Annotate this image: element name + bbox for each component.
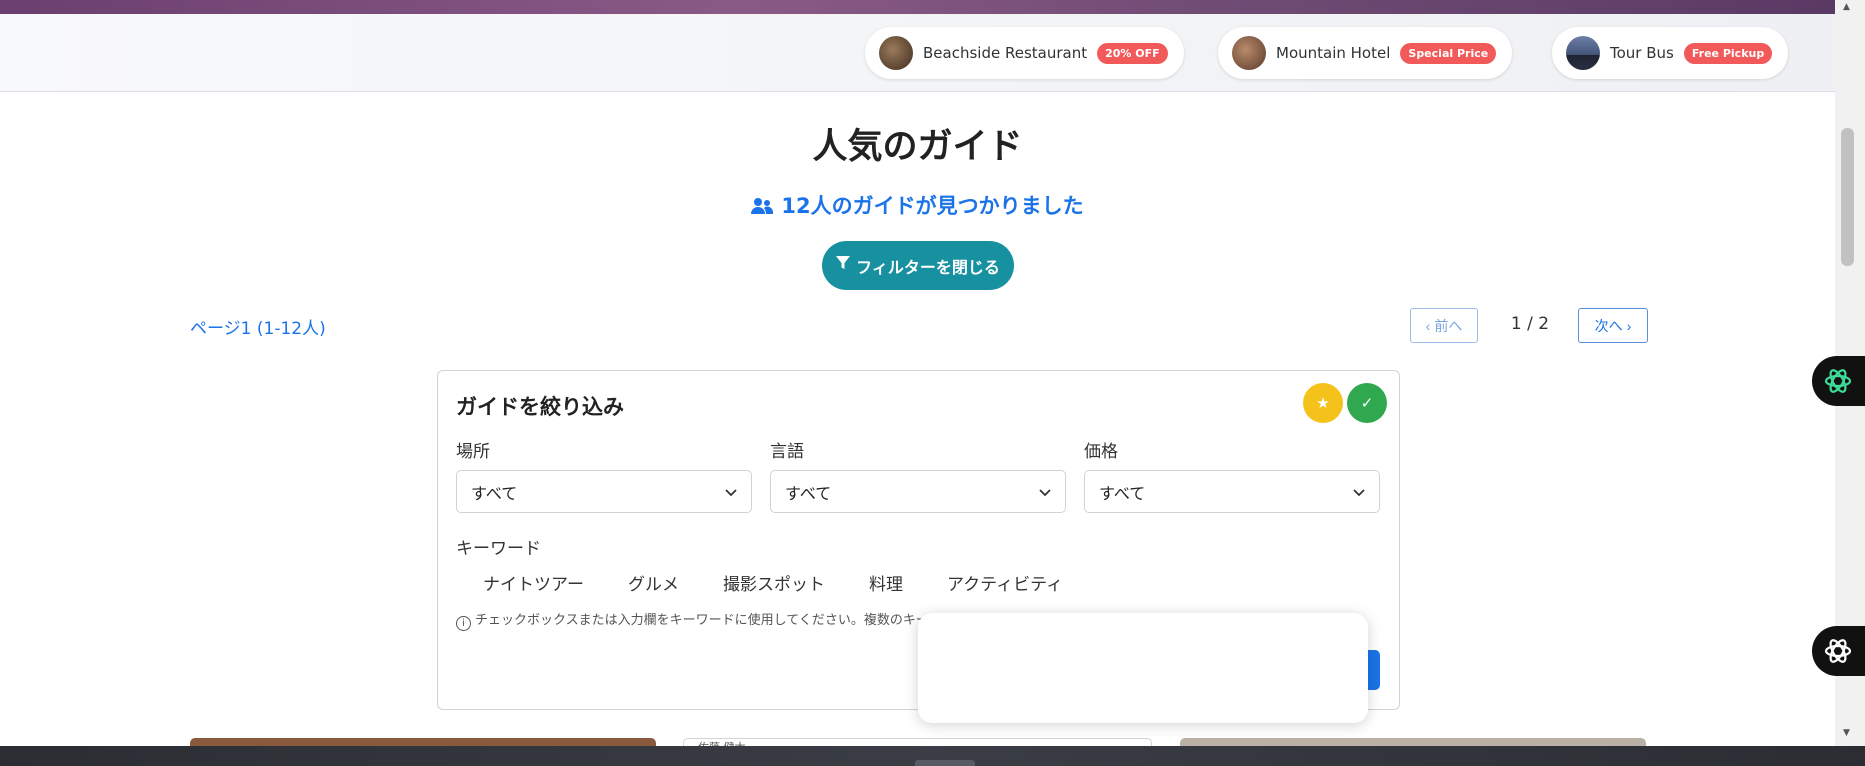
hotel-thumbnail [1232,36,1266,70]
keyword-options: ナイトツアー グルメ 撮影スポット 料理 アクティビティ [483,570,1063,595]
scroll-up-arrow[interactable]: ▲ [1843,2,1850,12]
popup-overlay [918,613,1368,723]
keyword-option[interactable]: 料理 [869,570,903,595]
scroll-down-arrow[interactable]: ▼ [1843,728,1850,738]
results-count-text: 12人のガイドが見つかりました [781,194,1084,218]
sponsor-name: Beachside Restaurant [923,44,1088,62]
filter-panel-title: ガイドを絞り込み [456,395,624,419]
sponsor-name: Tour Bus [1610,44,1674,62]
sponsor-chip-hotel[interactable]: Mountain Hotel Special Price [1218,27,1513,79]
keyword-option[interactable]: グルメ [628,570,679,595]
keyword-option[interactable]: アクティビティ [947,570,1063,595]
page-info: ページ1 (1-12人) [190,319,326,339]
location-label: 場所 [456,442,490,462]
results-count: 12人のガイドが見つかりました [0,190,1835,220]
sponsor-chip-tour-bus[interactable]: Tour Bus Free Pickup [1552,27,1789,79]
sponsor-name: Mountain Hotel [1276,44,1391,62]
taskbar-item[interactable] [915,760,975,766]
sponsor-tag: 20% OFF [1097,42,1168,64]
restaurant-thumbnail [879,36,913,70]
page-number: 1 / 2 [1510,314,1550,334]
language-select[interactable]: すべて [770,470,1066,513]
ai-assistant-icon[interactable] [1812,356,1865,406]
ai-assistant-icon[interactable] [1812,626,1865,676]
price-value: すべて [1099,483,1146,503]
tour-bus-thumbnail [1566,36,1600,70]
star-icon[interactable]: ★ [1303,383,1343,423]
keyword-option[interactable]: 撮影スポット [723,570,825,595]
price-select[interactable]: すべて [1084,470,1380,513]
top-banner-strip [0,0,1835,14]
prev-page-button[interactable]: ‹ 前へ [1410,308,1478,343]
filter-icon [836,256,851,275]
price-label: 価格 [1084,442,1118,462]
next-page-button[interactable]: 次へ › [1578,308,1648,343]
keyword-hint-text: チェックボックスまたは入力欄をキーワードに使用してください。複数のキーワ [475,613,942,628]
page-title: 人気のガイド [812,127,1023,167]
chevron-down-icon [1039,482,1051,501]
language-value: すべて [785,483,832,503]
prev-label: 前へ [1434,317,1463,334]
users-icon [751,196,774,220]
close-filter-button[interactable]: フィルターを閉じる [822,241,1014,290]
keyword-option[interactable]: ナイトツアー [483,570,584,595]
language-label: 言語 [770,442,804,462]
chevron-left-icon: ‹ [1425,317,1431,334]
sponsor-tag: Free Pickup [1683,42,1773,64]
info-icon: i [456,616,471,631]
next-label: 次へ [1594,317,1623,334]
chevron-down-icon [1353,482,1365,501]
location-value: すべて [471,483,518,503]
keyword-label: キーワード [456,539,541,559]
sponsor-chip-restaurant[interactable]: Beachside Restaurant 20% OFF [865,27,1184,79]
location-select[interactable]: すべて [456,470,752,513]
sponsor-bar: Beachside Restaurant 20% OFF Mountain Ho… [0,14,1835,92]
chevron-right-icon: › [1626,317,1632,334]
sponsor-tag: Special Price [1400,42,1497,64]
scrollbar-thumb[interactable] [1841,128,1854,266]
chevron-down-icon [725,482,737,501]
check-icon[interactable]: ✓ [1347,383,1387,423]
close-filter-label: フィルターを閉じる [856,259,1000,277]
